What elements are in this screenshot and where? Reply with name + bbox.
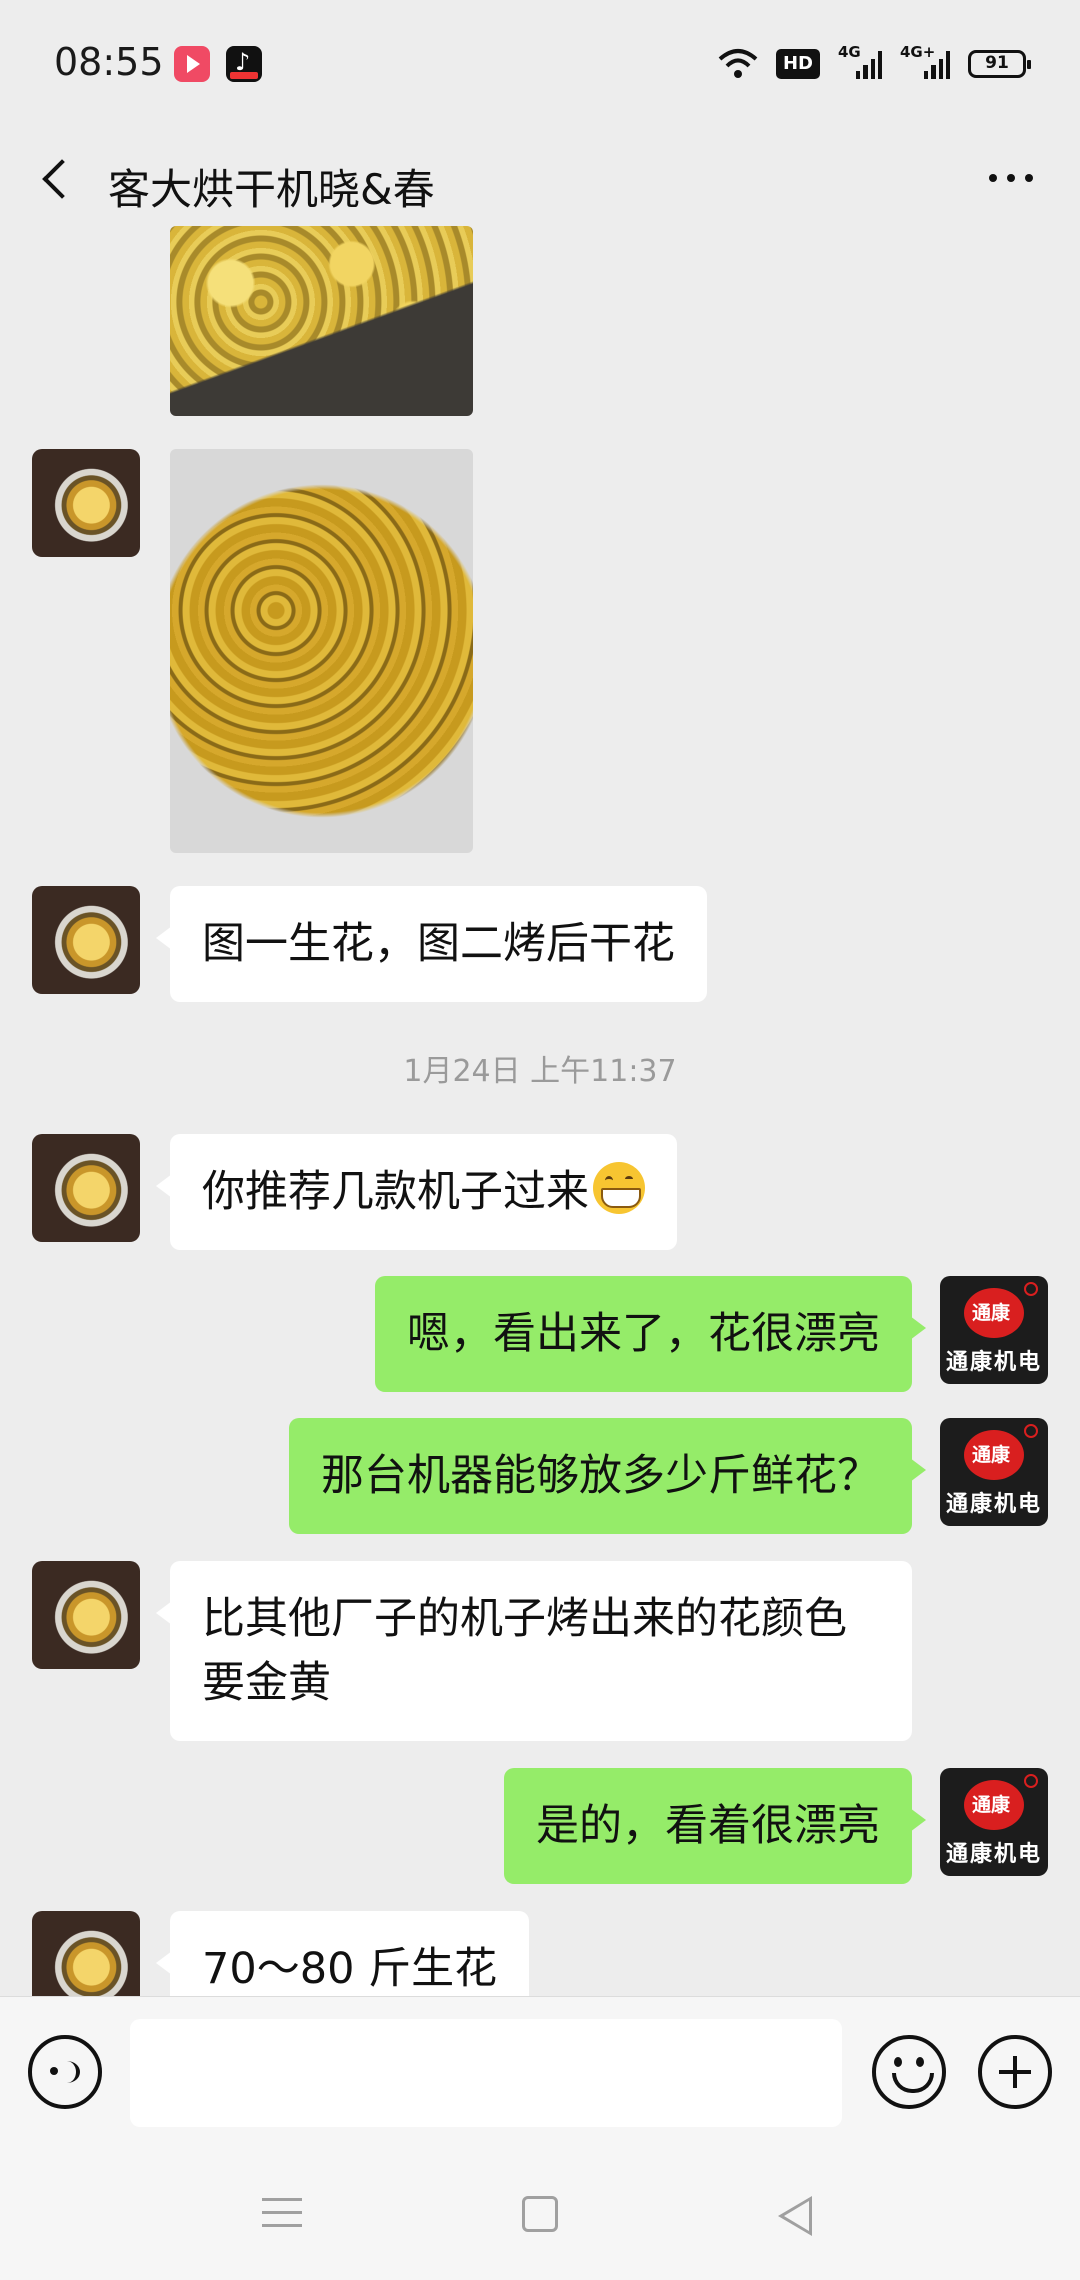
- home-icon[interactable]: [522, 2196, 558, 2232]
- my-avatar[interactable]: 通康机电: [940, 1768, 1048, 1876]
- avatar-logo-text: 通康机电: [945, 1492, 1042, 1517]
- contact-avatar[interactable]: [32, 886, 140, 994]
- avatar-logo-text: 通康机电: [945, 1350, 1042, 1375]
- message-bubble-outgoing[interactable]: 嗯，看出来了，花很漂亮: [375, 1276, 926, 1392]
- message-bubble-outgoing[interactable]: 是的，看着很漂亮: [504, 1768, 926, 1884]
- message-timestamp: 1月24日 上午11:37: [403, 1054, 677, 1089]
- message-input[interactable]: [130, 2019, 842, 2127]
- avatar-logo-text: 通康机电: [945, 1842, 1042, 1867]
- message-text: 是的，看着很漂亮: [536, 1801, 880, 1851]
- message-text: 你推荐几款机子过来: [202, 1167, 589, 1217]
- chat-header: 客大烘干机晓&春: [0, 130, 1080, 226]
- more-dots-icon[interactable]: [976, 154, 1046, 202]
- message-text-line: 要金黄: [202, 1658, 331, 1708]
- video-app-icon: [174, 46, 210, 82]
- message-text: 70～80 斤生花: [202, 1944, 498, 1994]
- contact-avatar[interactable]: [32, 1911, 140, 1996]
- status-indicators: HD 4G 4G+ 91: [718, 43, 1031, 84]
- my-avatar[interactable]: 通康机电: [940, 1276, 1048, 1384]
- contact-avatar[interactable]: [32, 449, 140, 557]
- message-text: 那台机器能够放多少斤鲜花？: [321, 1451, 880, 1501]
- signal-icon: 4G: [838, 43, 882, 79]
- network-type-label-2: 4G+: [900, 43, 936, 61]
- message-bubble-outgoing[interactable]: 那台机器能够放多少斤鲜花？: [289, 1418, 926, 1534]
- emoji-icon[interactable]: [872, 2035, 946, 2109]
- message-list[interactable]: 图一生花，图二烤后干花 1月24日 上午11:37 你推荐几款机子过来 通康机电…: [0, 226, 1080, 1996]
- message-bubble-incoming[interactable]: 比其他厂子的机子烤出来的花颜色 要金黄: [156, 1561, 912, 1741]
- wifi-icon: [718, 49, 758, 78]
- message-text: 嗯，看出来了，花很漂亮: [407, 1309, 880, 1359]
- contact-avatar[interactable]: [32, 1134, 140, 1242]
- my-avatar[interactable]: 通康机电: [940, 1418, 1048, 1526]
- back-triangle-icon[interactable]: [778, 2196, 812, 2236]
- contact-avatar[interactable]: [32, 1561, 140, 1669]
- status-bar: 08:55 HD 4G 4G+ 91: [0, 0, 1080, 130]
- input-bar: [0, 1996, 1080, 2146]
- message-image[interactable]: [170, 449, 473, 853]
- chat-title: 客大烘干机晓&春: [108, 165, 435, 214]
- tiktok-icon: [226, 46, 262, 82]
- message-text: 图一生花，图二烤后干花: [202, 919, 675, 969]
- status-time: 08:55: [54, 40, 164, 84]
- voice-icon[interactable]: [28, 2035, 102, 2109]
- message-image[interactable]: [170, 226, 473, 416]
- message-bubble-incoming[interactable]: 70～80 斤生花: [155, 1911, 530, 1996]
- signal-icon-2: 4G+: [900, 43, 950, 79]
- message-bubble-incoming[interactable]: 图一生花，图二烤后干花: [156, 886, 707, 1002]
- plus-icon[interactable]: [978, 2035, 1052, 2109]
- message-bubble-incoming[interactable]: 你推荐几款机子过来: [156, 1134, 677, 1250]
- hd-icon: HD: [775, 49, 820, 79]
- network-type-label: 4G: [838, 43, 861, 61]
- system-nav-bar: [0, 2146, 1080, 2280]
- grinning-face-icon: [593, 1162, 645, 1214]
- battery-icon: 91: [968, 50, 1031, 78]
- message-text-line: 比其他厂子的机子烤出来的花颜色: [202, 1594, 847, 1644]
- menu-icon[interactable]: [262, 2198, 302, 2232]
- chevron-left-icon[interactable]: [34, 152, 84, 204]
